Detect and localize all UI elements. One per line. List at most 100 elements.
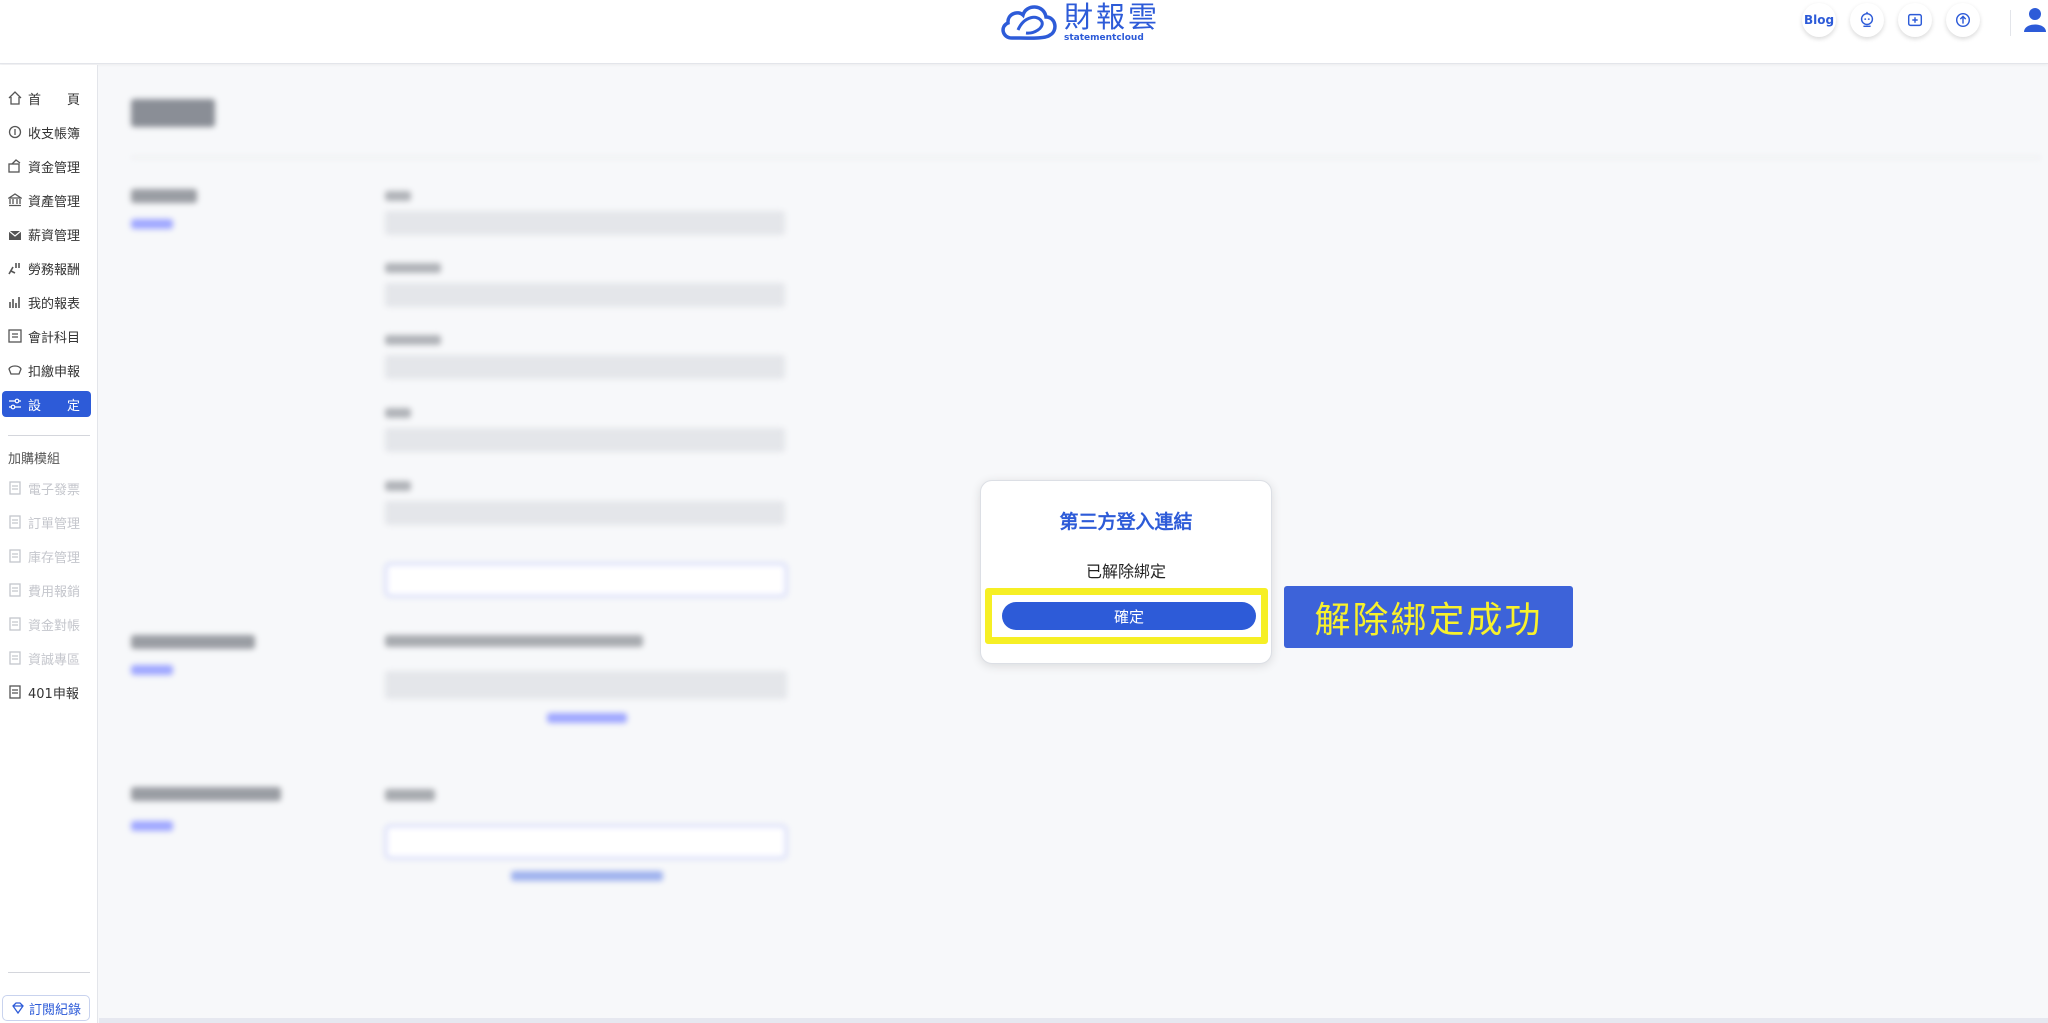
blog-label: Blog	[1803, 13, 1835, 27]
sidebar-item-label: 首 頁	[28, 92, 81, 108]
section-label-blurred	[131, 189, 197, 203]
sidebar-addon-expenses[interactable]: 費用報銷	[2, 577, 91, 603]
bind-button-blurred	[385, 825, 787, 859]
field-label-blurred	[385, 481, 411, 491]
subscription-history-label: 訂閱紀錄	[28, 1002, 81, 1018]
blog-button[interactable]: Blog	[1802, 3, 1836, 37]
sidebar-item-label: 勞務報酬	[28, 262, 81, 278]
sidebar-addon-label: 電子發票	[28, 482, 81, 498]
labor-icon	[8, 263, 20, 275]
sidebar-addon-label: 費用報銷	[28, 584, 81, 600]
sidebar-item-label: 我的報表	[28, 296, 81, 312]
document-icon	[9, 481, 21, 495]
field-label-blurred	[385, 408, 411, 418]
sidebar-item-accounts[interactable]: 會計科目	[2, 323, 91, 349]
upload-chat-icon	[1955, 12, 1971, 28]
sidebar-addon-inventory[interactable]: 庫存管理	[2, 543, 91, 569]
sidebar-item-labor[interactable]: 勞務報酬	[2, 255, 91, 281]
sidebar-item-label: 薪資管理	[28, 228, 81, 244]
sidebar-addon-label: 401申報	[28, 686, 79, 702]
brand-subtitle: statementcloud	[1064, 33, 1144, 43]
withholding-icon	[8, 365, 22, 375]
bank-icon	[8, 193, 22, 207]
unbind-success-dialog: 第三方登入連結 已解除綁定 確定	[980, 480, 1272, 664]
cloud-logo-icon	[1001, 5, 1057, 40]
diamond-icon	[12, 1002, 24, 1015]
sidebar-addon-label: 資誠專區	[28, 652, 81, 668]
sidebar-addon-label: 訂單管理	[28, 516, 81, 532]
salary-envelope-icon	[8, 230, 22, 240]
field-label-blurred	[385, 263, 441, 273]
robot-help-icon	[1860, 11, 1874, 28]
top-header: 財報雲 statementcloud Blog	[0, 0, 2048, 64]
ledger-icon	[8, 329, 22, 343]
robot-help-button[interactable]	[1850, 3, 1884, 37]
sidebar-divider	[8, 972, 90, 973]
field-blurred	[385, 428, 785, 452]
save-button-blurred	[385, 563, 787, 597]
sidebar-item-salary[interactable]: 薪資管理	[2, 221, 91, 247]
dialog-message: 已解除綁定	[1085, 562, 1166, 581]
google-button-blurred	[385, 671, 787, 699]
confirm-highlight-frame: 確定	[985, 588, 1268, 644]
section-link-blurred	[131, 219, 173, 229]
addon-section-title: 加購模組	[8, 452, 61, 467]
bottom-scroll-bar	[99, 1018, 2048, 1023]
field-label-blurred	[385, 191, 411, 201]
field-blurred	[385, 283, 785, 307]
document-icon	[9, 515, 21, 529]
sidebar-item-cashbook[interactable]: 收支帳簿	[2, 119, 91, 145]
sidebar-item-reports[interactable]: 我的報表	[2, 289, 91, 315]
document-icon	[9, 549, 21, 563]
sidebar-item-home[interactable]: 首 頁	[2, 85, 91, 111]
link-blurred	[511, 871, 663, 881]
user-icon	[2024, 8, 2046, 32]
sidebar-item-label: 資產管理	[28, 194, 81, 210]
sidebar-addon-label: 資金對帳	[28, 618, 81, 634]
section-link-blurred	[131, 821, 173, 831]
unbind-success-annotation: 解除綁定成功	[1284, 586, 1573, 648]
user-avatar[interactable]	[2020, 4, 2048, 34]
sidebar: 首 頁 收支帳簿 資金管理 資產管理 薪資管理 勞務報酬 我的報表 會計科目 扣…	[0, 65, 98, 1023]
sidebar-item-label: 扣繳申報	[28, 364, 81, 380]
upload-chat-button[interactable]	[1946, 3, 1980, 37]
sidebar-item-label: 設 定	[28, 398, 81, 414]
sidebar-addon-401[interactable]: 401申報	[2, 679, 91, 705]
sidebar-addon-pwc[interactable]: 資誠專區	[2, 645, 91, 671]
tax-file-button[interactable]	[1898, 3, 1932, 37]
document-icon	[9, 685, 21, 699]
sidebar-item-label: 收支帳簿	[28, 126, 81, 142]
subscription-history-button[interactable]: 訂閱紀錄	[2, 995, 90, 1021]
bar-chart-icon	[9, 297, 20, 308]
brand-logo[interactable]: 財報雲 statementcloud	[998, 0, 1160, 46]
sidebar-item-assets[interactable]: 資產管理	[2, 187, 91, 213]
sidebar-addon-label: 庫存管理	[28, 550, 81, 566]
wallet-icon	[8, 159, 21, 173]
field-blurred	[385, 501, 785, 525]
sidebar-item-label: 會計科目	[28, 330, 81, 346]
google-account-blurred	[385, 635, 643, 647]
sidebar-item-funds[interactable]: 資金管理	[2, 153, 91, 179]
document-icon	[9, 651, 21, 665]
sidebar-addon-orders[interactable]: 訂單管理	[2, 509, 91, 535]
field-label-blurred	[385, 335, 441, 345]
document-icon	[9, 617, 21, 631]
section-label-blurred	[131, 787, 281, 801]
section-link-blurred	[131, 665, 173, 675]
title-divider	[131, 157, 2041, 158]
sidebar-item-label: 資金管理	[28, 160, 81, 176]
sidebar-item-settings[interactable]: 設 定	[2, 391, 91, 417]
coin-book-icon	[8, 125, 22, 139]
sidebar-item-withholding[interactable]: 扣繳申報	[2, 357, 91, 383]
confirm-button[interactable]: 確定	[1002, 602, 1256, 630]
header-divider	[2010, 10, 2011, 36]
sidebar-addon-reconcile[interactable]: 資金對帳	[2, 611, 91, 637]
section-label-blurred	[131, 635, 255, 649]
dialog-title: 第三方登入連結	[1059, 511, 1193, 533]
field-blurred	[385, 211, 785, 235]
sidebar-addon-einvoice[interactable]: 電子發票	[2, 475, 91, 501]
sidebar-divider	[8, 435, 90, 436]
link-blurred	[547, 713, 627, 723]
page-title-blurred	[131, 99, 215, 127]
tax-file-icon	[1907, 13, 1923, 27]
